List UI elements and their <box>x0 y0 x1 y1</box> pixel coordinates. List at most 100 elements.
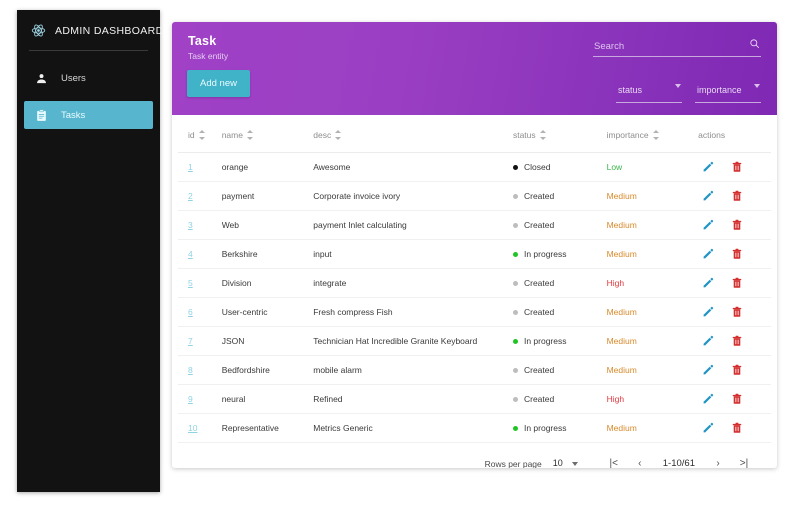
delete-row-button[interactable] <box>731 219 743 231</box>
column-label: desc <box>313 130 332 140</box>
delete-row-button[interactable] <box>731 306 743 318</box>
sort-icon[interactable] <box>198 130 205 140</box>
edit-row-button[interactable] <box>702 277 714 289</box>
edit-row-button[interactable] <box>702 219 714 231</box>
status-dot-icon <box>512 396 518 402</box>
cell-id: 7 <box>178 326 222 356</box>
search-icon[interactable] <box>749 38 760 49</box>
pencil-icon <box>703 190 714 201</box>
cell-actions <box>698 384 771 414</box>
importance-label: Medium <box>606 423 637 433</box>
status-label: Created <box>523 220 555 231</box>
delete-row-button[interactable] <box>731 277 743 289</box>
delete-row-button[interactable] <box>731 161 743 173</box>
delete-row-button[interactable] <box>731 335 743 347</box>
cell-actions <box>698 239 771 269</box>
cell-id: 8 <box>178 355 222 385</box>
cell-actions <box>698 297 771 327</box>
delete-row-button[interactable] <box>731 364 743 376</box>
rows-per-page-select[interactable]: 10 <box>551 457 579 469</box>
cell-importance: Low <box>606 152 699 182</box>
row-id-link[interactable]: 2 <box>188 191 193 201</box>
sort-icon[interactable] <box>335 130 342 140</box>
status-dot-icon <box>512 280 518 286</box>
pencil-icon <box>703 248 714 259</box>
cell-status: Created <box>512 268 607 298</box>
status-dot-icon <box>512 425 518 431</box>
delete-row-button[interactable] <box>731 190 743 202</box>
table-row: 4 Berkshire input In progress Medium <box>178 239 771 269</box>
search-input[interactable] <box>593 38 761 57</box>
cell-status: Created <box>512 181 607 211</box>
react-atom-icon <box>31 24 46 37</box>
table-row: 6 User-centric Fresh compress Fish Created M… <box>178 297 771 327</box>
edit-row-button[interactable] <box>702 364 714 376</box>
cell-status: Created <box>512 297 607 327</box>
sidebar-item-users[interactable]: Users <box>24 64 153 92</box>
sort-icon[interactable] <box>539 130 546 140</box>
importance-filter-select[interactable]: importance <box>695 78 761 103</box>
delete-row-button[interactable] <box>731 422 743 434</box>
delete-row-button[interactable] <box>731 393 743 405</box>
chevron-down-icon <box>571 461 578 466</box>
previous-page-button[interactable]: ‹ <box>627 456 653 468</box>
sidebar-nav: Users Tasks <box>17 64 160 129</box>
sidebar-divider <box>29 50 148 51</box>
status-label: Created <box>523 191 555 202</box>
table-header-row: id name desc status importance actions <box>178 115 771 153</box>
row-id-link[interactable]: 7 <box>188 336 193 346</box>
cell-name: Bedfordshire <box>221 355 314 385</box>
add-new-button[interactable]: Add new <box>187 70 250 97</box>
edit-row-button[interactable] <box>702 393 714 405</box>
next-page-button[interactable]: › <box>705 456 731 468</box>
status-filter-select[interactable]: status <box>616 78 682 103</box>
edit-row-button[interactable] <box>702 335 714 347</box>
row-id-link[interactable]: 5 <box>188 278 193 288</box>
table-row: 8 Bedfordshire mobile alarm Created Medium <box>178 355 771 385</box>
sidebar-item-tasks[interactable]: Tasks <box>24 101 153 129</box>
edit-row-button[interactable] <box>702 161 714 173</box>
status-label: In progress <box>523 249 567 260</box>
delete-row-button[interactable] <box>731 248 743 260</box>
table-row: 9 neural Refined Created High <box>178 384 771 414</box>
status-label: Created <box>523 307 555 318</box>
edit-row-button[interactable] <box>702 190 714 202</box>
status-label: Created <box>523 394 555 405</box>
row-id-link[interactable]: 4 <box>188 249 193 259</box>
status-label: Created <box>523 278 555 289</box>
sort-icon[interactable] <box>246 130 253 140</box>
cell-actions <box>698 413 771 443</box>
admin-dashboard-page: ADMIN DASHBOARD Users Tasks Task Task en… <box>0 0 800 513</box>
status-dot-icon <box>512 367 518 373</box>
edit-row-button[interactable] <box>702 422 714 434</box>
column-header-desc[interactable]: desc <box>313 115 513 153</box>
cell-name: neural <box>221 384 314 414</box>
sort-icon[interactable] <box>652 130 659 140</box>
chevron-down-icon <box>754 84 760 88</box>
row-id-link[interactable]: 1 <box>188 162 193 172</box>
column-header-name[interactable]: name <box>221 115 314 153</box>
cell-id: 9 <box>178 384 222 414</box>
edit-row-button[interactable] <box>702 248 714 260</box>
cell-name: User-centric <box>221 297 314 327</box>
row-id-link[interactable]: 8 <box>188 365 193 375</box>
row-id-link[interactable]: 9 <box>188 394 193 404</box>
importance-label: Medium <box>606 191 637 201</box>
edit-row-button[interactable] <box>702 306 714 318</box>
status-label: Closed <box>523 162 551 173</box>
cell-importance: Medium <box>606 210 699 240</box>
first-page-button[interactable]: |< <box>601 456 627 468</box>
row-id-link[interactable]: 3 <box>188 220 193 230</box>
rows-per-page-value: 10 <box>552 457 563 468</box>
sidebar: ADMIN DASHBOARD Users Tasks <box>17 10 163 492</box>
column-header-importance[interactable]: importance <box>606 115 699 153</box>
column-header-id[interactable]: id <box>178 115 222 153</box>
pencil-icon <box>703 161 714 172</box>
table-row: 7 JSON Technician Hat Incredible Granite K… <box>178 326 771 356</box>
cell-status: Closed <box>512 152 607 182</box>
column-header-status[interactable]: status <box>512 115 607 153</box>
last-page-button[interactable]: >| <box>731 456 757 468</box>
row-id-link[interactable]: 10 <box>188 423 197 433</box>
importance-label: Low <box>606 162 623 172</box>
row-id-link[interactable]: 6 <box>188 307 193 317</box>
